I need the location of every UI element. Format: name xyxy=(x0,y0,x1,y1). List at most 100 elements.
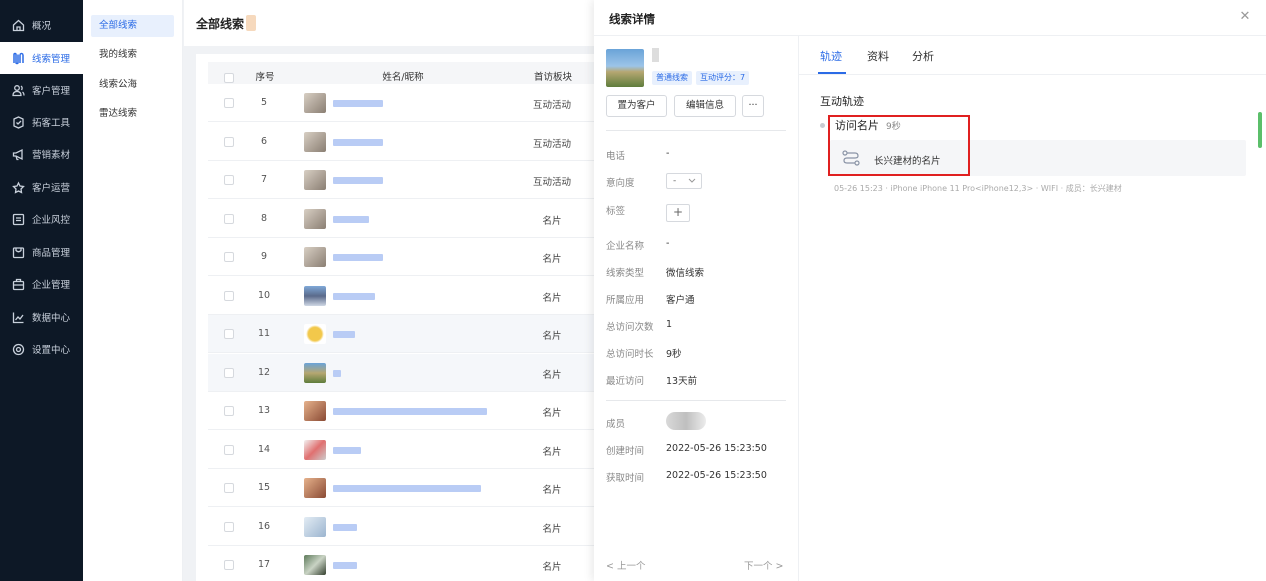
row-checkbox[interactable] xyxy=(224,290,234,301)
sidebar-item-operation[interactable]: 客户运营 xyxy=(0,171,83,203)
row-checkbox[interactable] xyxy=(224,444,234,455)
table-row[interactable]: 8 名片 xyxy=(208,199,594,238)
sidebar-item-risk[interactable]: 企业风控 xyxy=(0,203,83,235)
close-icon[interactable]: ✕ xyxy=(1238,10,1252,24)
subnav-my-leads[interactable]: 我的线索 xyxy=(91,44,174,66)
row-checkbox[interactable] xyxy=(224,252,234,262)
table-row[interactable]: 16 名片 xyxy=(208,507,594,546)
divider xyxy=(594,35,1266,36)
sidebar-item-settings[interactable]: 设置中心 xyxy=(0,333,83,365)
sidebar-item-leads[interactable]: 线索管理 xyxy=(0,42,83,74)
sidebar-item-product[interactable]: 商品管理 xyxy=(0,236,83,268)
main-header: 全部线索 xyxy=(184,0,594,46)
table-row[interactable]: 6 互动活动 xyxy=(208,122,594,161)
table-row[interactable]: 10 名片 xyxy=(208,276,594,315)
row-checkbox[interactable] xyxy=(224,406,234,416)
row-module: 名片 xyxy=(542,215,562,227)
row-checkbox[interactable] xyxy=(224,483,234,493)
table-row[interactable]: 9 名片 xyxy=(208,238,594,276)
lead-type-label: 线索类型 xyxy=(606,268,645,279)
avatar xyxy=(304,131,326,152)
home-icon xyxy=(12,19,25,32)
name-blur xyxy=(333,562,357,569)
sidebar-item-customers[interactable]: 客户管理 xyxy=(0,74,83,106)
sidebar-item-overview[interactable]: 概况 xyxy=(0,9,83,41)
row-index: 14 xyxy=(257,443,271,455)
company-label: 企业名称 xyxy=(606,241,645,252)
row-index: 17 xyxy=(257,559,271,570)
sidebar-item-marketing[interactable]: 营销素材 xyxy=(0,138,83,170)
sidebar: 概况 线索管理 客户管理 拓客工具 营销素材 客户运营 企业风控 商品管理 企业… xyxy=(0,0,83,581)
section-title: 互动轨迹 xyxy=(820,95,864,108)
tab-profile[interactable]: 资料 xyxy=(867,48,889,64)
row-index: 5 xyxy=(260,97,268,108)
row-module: 名片 xyxy=(542,485,562,496)
table-row[interactable]: 17 名片 xyxy=(208,546,594,581)
tab-analysis[interactable]: 分析 xyxy=(912,48,934,64)
sidebar-item-enterprise[interactable]: 企业管理 xyxy=(0,268,83,300)
row-index: 10 xyxy=(257,289,271,301)
table-row[interactable]: 14 名片 xyxy=(208,430,594,469)
leads-icon xyxy=(12,52,25,65)
subnav-lead-pool[interactable]: 线索公海 xyxy=(91,74,174,96)
row-checkbox[interactable] xyxy=(224,98,234,108)
row-module: 互动活动 xyxy=(532,138,571,150)
subnav-all-leads[interactable]: 全部线索 xyxy=(91,15,174,37)
sidebar-item-label: 企业管理 xyxy=(32,280,71,291)
row-checkbox[interactable] xyxy=(224,560,234,570)
product-icon xyxy=(12,246,25,259)
row-checkbox[interactable] xyxy=(224,367,234,378)
company-value: - xyxy=(666,238,670,249)
leads-table: 序号 姓名/昵称 首访板块 5 互动活动 6 互动活动 7 互动活动 8 名片 9 名片 10 名片 1… xyxy=(196,54,594,581)
visit-duration-value: 9秒 xyxy=(666,349,682,360)
name-blur xyxy=(333,331,355,338)
name-blur xyxy=(333,369,341,377)
next-button[interactable]: 下一个 > xyxy=(744,558,783,572)
row-module: 互动活动 xyxy=(532,177,571,188)
table-row[interactable]: 7 互动活动 xyxy=(208,161,594,199)
created-label: 创建时间 xyxy=(606,446,645,457)
row-checkbox[interactable] xyxy=(224,213,234,224)
select-all-checkbox[interactable] xyxy=(224,73,234,83)
scrollbar[interactable] xyxy=(1258,112,1262,148)
avatar xyxy=(304,247,326,267)
row-checkbox[interactable] xyxy=(224,175,234,185)
row-module: 名片 xyxy=(542,292,562,304)
add-tag-button[interactable]: + xyxy=(666,204,690,222)
score-tag: 互动评分：7 xyxy=(696,71,750,85)
timeline-dot xyxy=(820,123,825,128)
edit-info-button[interactable]: 编辑信息 xyxy=(674,95,736,117)
sidebar-item-tools[interactable]: 拓客工具 xyxy=(0,106,83,138)
table-row[interactable]: 11 名片 xyxy=(208,315,594,353)
row-index: 8 xyxy=(260,212,268,224)
sidebar-item-label: 拓客工具 xyxy=(32,118,71,129)
intent-select[interactable]: - xyxy=(666,173,702,189)
acquired-label: 获取时间 xyxy=(606,473,645,484)
table-row[interactable]: 15 名片 xyxy=(208,469,594,507)
avatar xyxy=(304,478,326,498)
table-row[interactable]: 5 互动活动 xyxy=(208,84,594,122)
briefcase-icon xyxy=(12,278,25,291)
prev-button[interactable]: < 上一个 xyxy=(606,558,645,572)
set-as-customer-button[interactable]: 置为客户 xyxy=(606,95,667,117)
row-checkbox[interactable] xyxy=(224,329,234,339)
subnav-radar-leads[interactable]: 雷达线索 xyxy=(91,103,174,125)
name-blur xyxy=(333,485,481,492)
tags-label: 标签 xyxy=(606,206,626,217)
divider xyxy=(606,130,786,131)
tab-track[interactable]: 轨迹 xyxy=(820,48,842,64)
visit-count-value: 1 xyxy=(666,319,673,330)
lead-type-tag: 普通线索 xyxy=(652,71,692,85)
lead-avatar xyxy=(606,49,644,87)
sidebar-item-data[interactable]: 数据中心 xyxy=(0,301,83,333)
sidebar-item-label: 概况 xyxy=(32,21,52,32)
acquired-value: 2022-05-26 15:23:50 xyxy=(666,470,767,481)
table-row[interactable]: 13 名片 xyxy=(208,392,594,430)
table-row[interactable]: 12 名片 xyxy=(208,353,594,392)
row-checkbox[interactable] xyxy=(224,136,234,147)
risk-icon xyxy=(12,213,25,226)
row-checkbox[interactable] xyxy=(224,521,234,532)
more-button[interactable]: ··· xyxy=(742,95,764,117)
sidebar-item-label: 客户运营 xyxy=(32,183,71,194)
name-blur xyxy=(333,292,375,300)
